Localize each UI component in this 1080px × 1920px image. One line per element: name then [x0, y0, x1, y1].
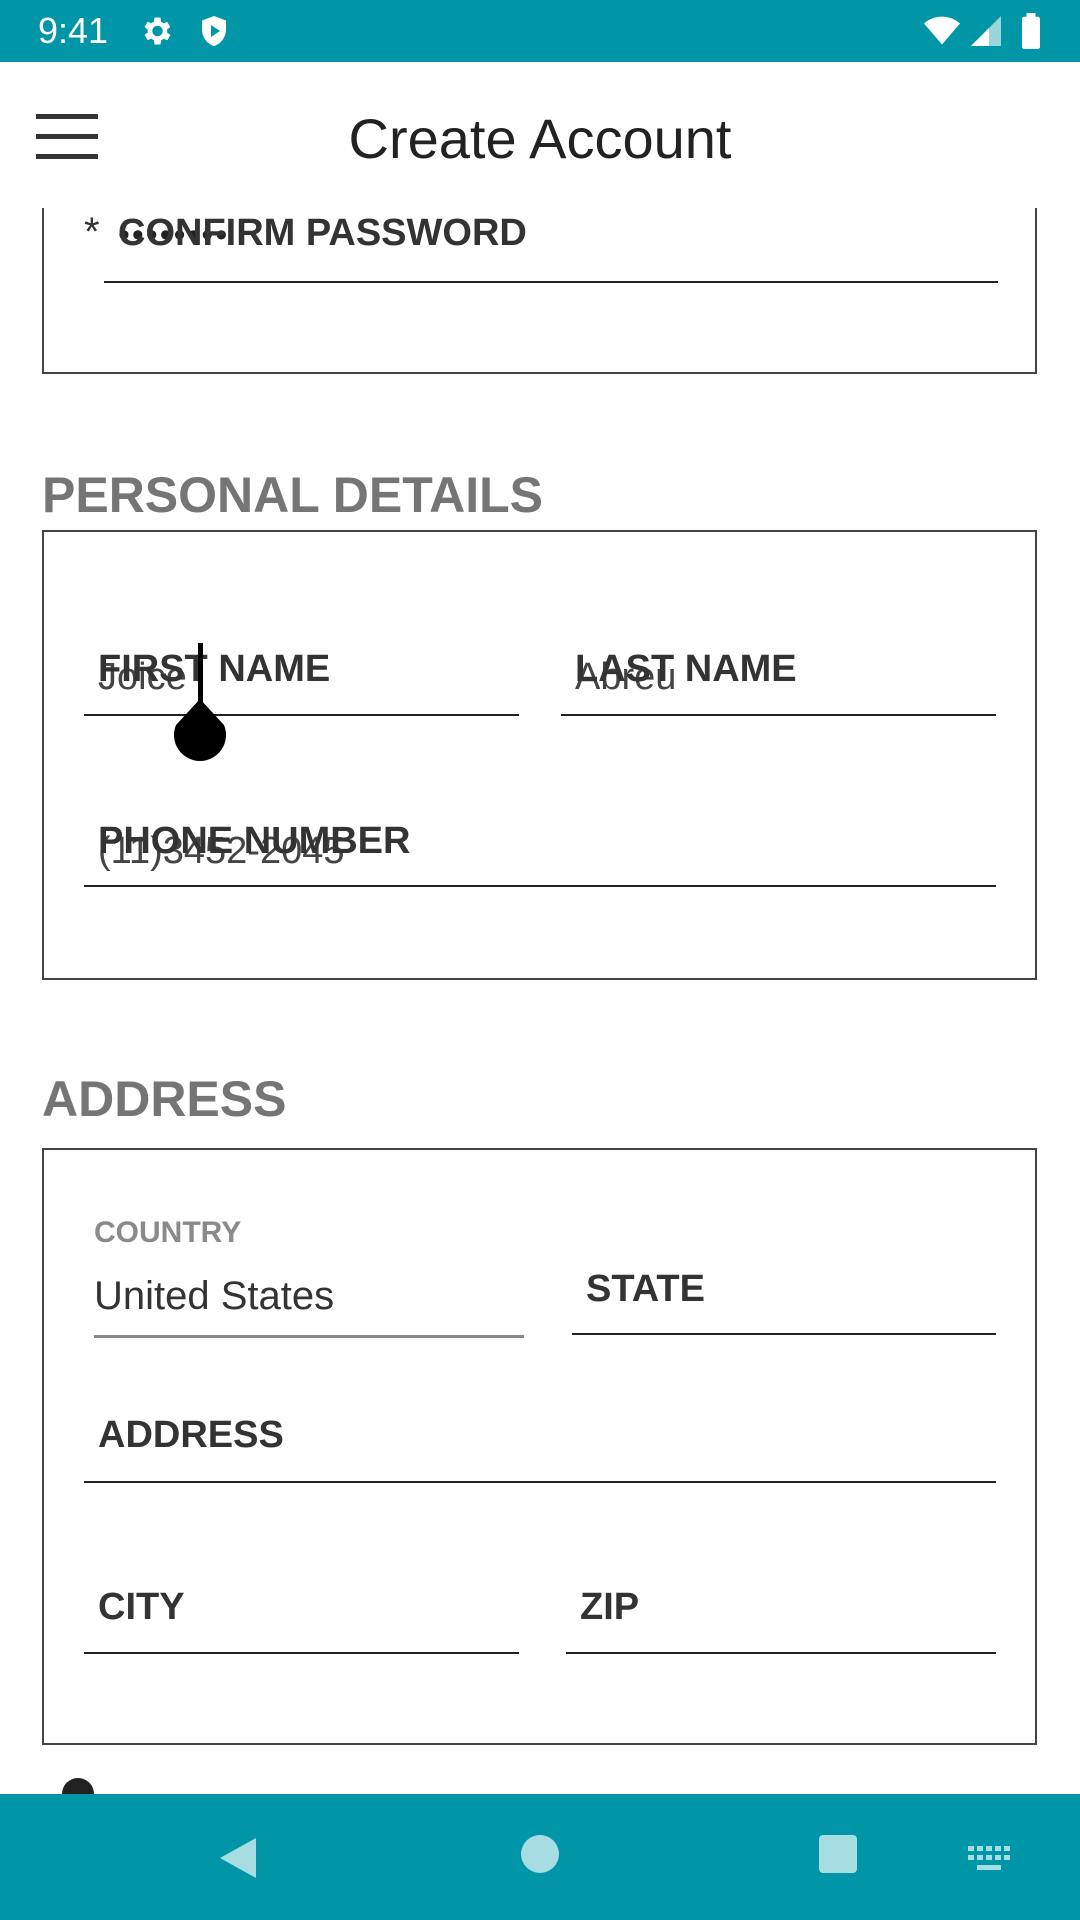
page-title: Create Account [348, 107, 732, 170]
zip-underline [566, 1652, 996, 1654]
battery-icon [1022, 13, 1040, 49]
first-name-field[interactable]: Joice FIRST NAME [84, 638, 519, 714]
required-marker: * [84, 210, 100, 254]
state-underline [572, 1333, 996, 1335]
confirm-password-label: CONFIRM PASSWORD [118, 212, 527, 254]
next-item-peek [62, 1778, 94, 1794]
country-underline [94, 1335, 524, 1338]
back-icon[interactable] [216, 1834, 260, 1882]
first-name-underline [84, 714, 519, 716]
address-label: ADDRESS [98, 1414, 284, 1456]
address-underline [84, 1481, 996, 1483]
address-field[interactable]: ADDRESS [84, 1404, 996, 1480]
home-icon[interactable] [520, 1834, 560, 1874]
app-bar: Create Account [0, 62, 1080, 208]
shield-icon [202, 16, 226, 46]
signal-icon [971, 16, 1001, 46]
city-label: CITY [98, 1586, 185, 1628]
phone-number-underline [84, 885, 996, 887]
state-label: STATE [586, 1268, 705, 1310]
wifi-icon [924, 16, 960, 45]
confirm-password-underline [104, 281, 998, 283]
confirm-password-field[interactable]: •••••••• CONFIRM PASSWORD [104, 208, 998, 284]
country-select[interactable]: COUNTRY United States [94, 1208, 524, 1338]
phone-number-label: PHONE NUMBER [98, 820, 411, 862]
last-name-underline [561, 714, 996, 716]
zip-field[interactable]: ZIP [566, 1576, 996, 1652]
text-cursor-handle[interactable] [168, 643, 228, 763]
navigation-bar [0, 1794, 1080, 1920]
phone-number-field[interactable]: (11)3452-2045 PHONE NUMBER [84, 808, 996, 884]
recents-icon[interactable] [818, 1834, 858, 1874]
city-underline [84, 1652, 519, 1654]
keyboard-icon[interactable] [968, 1846, 1012, 1872]
country-value: United States [94, 1274, 335, 1318]
form-content: * •••••••• CONFIRM PASSWORD PERSONAL DET… [0, 208, 1080, 1794]
country-label: COUNTRY [94, 1216, 242, 1249]
last-name-field[interactable]: Abreu LAST NAME [561, 638, 996, 714]
zip-label: ZIP [580, 1586, 640, 1628]
state-field[interactable]: STATE [572, 1258, 996, 1334]
city-field[interactable]: CITY [84, 1576, 519, 1652]
gear-icon [144, 17, 171, 45]
status-bar: 9:41 [0, 0, 1080, 62]
personal-details-title: PERSONAL DETAILS [42, 467, 543, 523]
address-title: ADDRESS [42, 1071, 287, 1127]
last-name-label: LAST NAME [575, 648, 797, 690]
status-time: 9:41 [38, 10, 109, 51]
